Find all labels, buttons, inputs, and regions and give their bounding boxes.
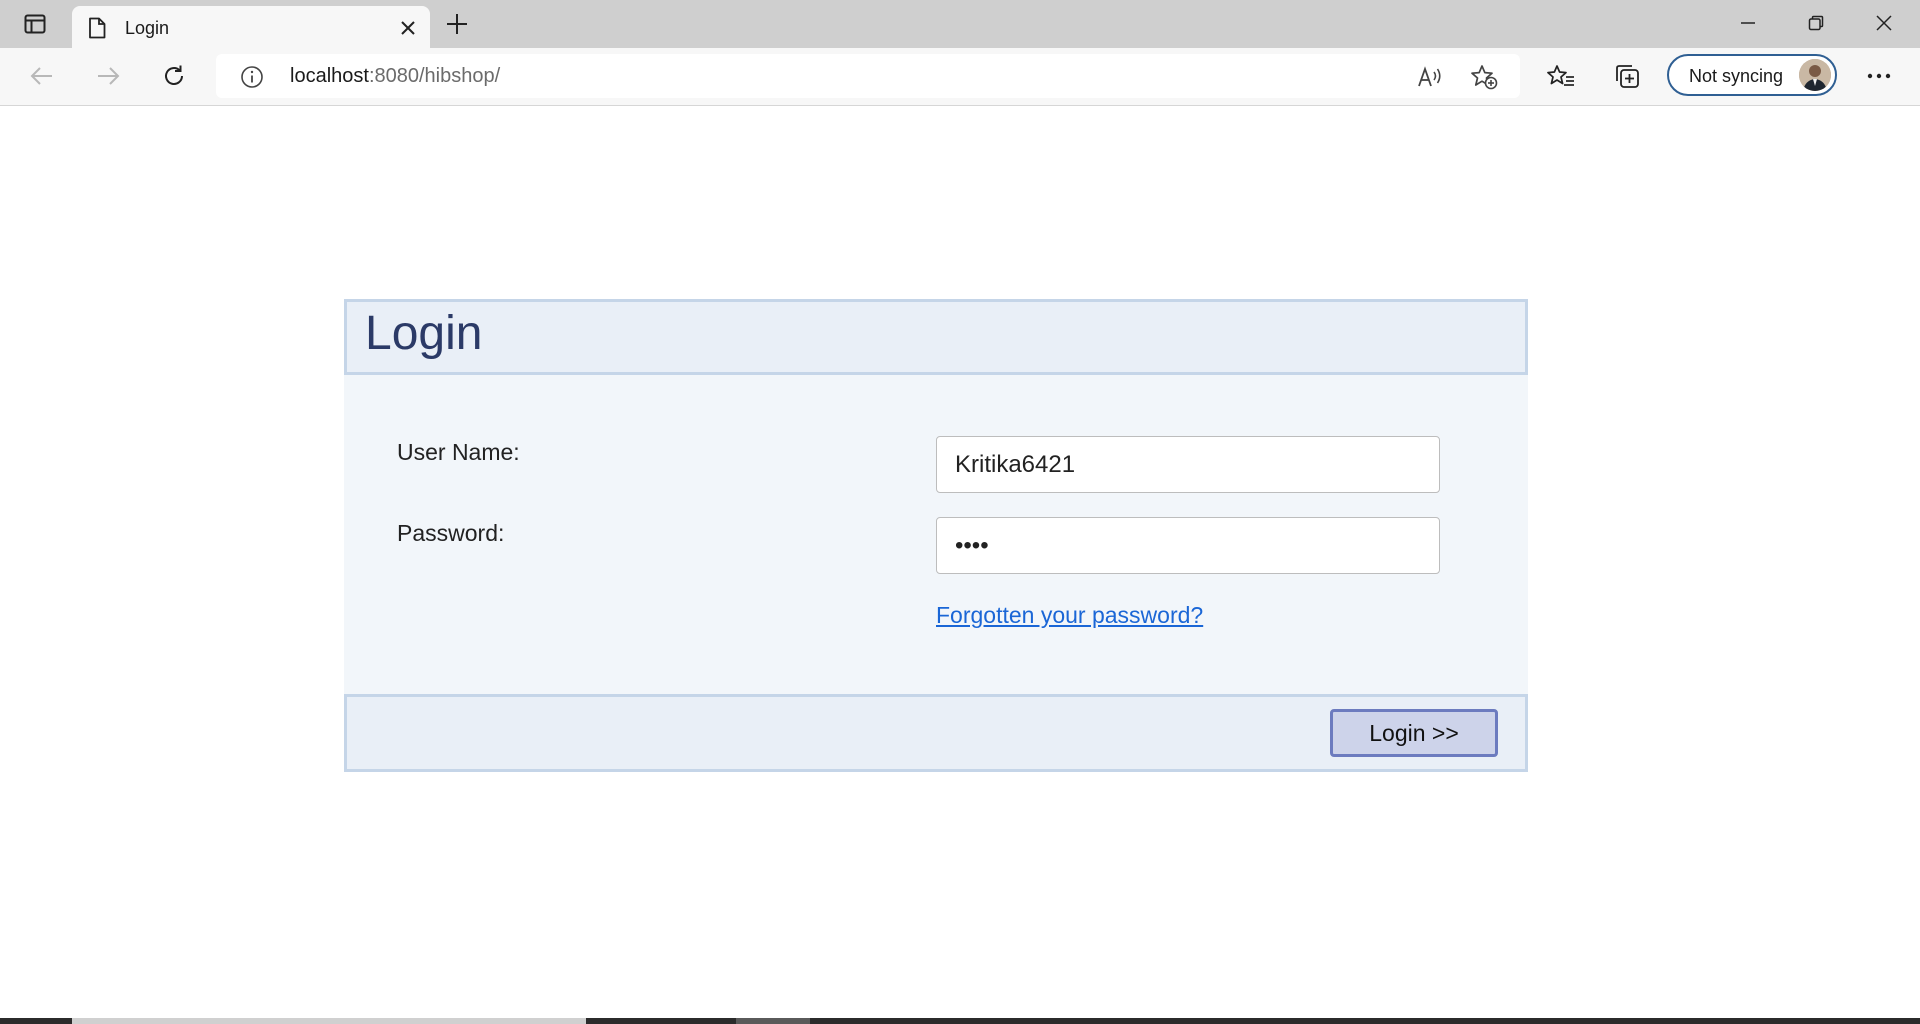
collections-icon xyxy=(1616,65,1639,88)
close-icon xyxy=(401,21,415,35)
plus-icon xyxy=(447,14,467,34)
tab-actions-icon xyxy=(24,14,46,34)
read-aloud-button[interactable] xyxy=(1416,64,1444,90)
add-favorite-icon xyxy=(1471,65,1498,90)
password-label: Password: xyxy=(397,520,505,546)
restore-icon xyxy=(1808,15,1824,31)
taskbar-indicator xyxy=(72,1018,586,1024)
back-arrow-icon xyxy=(30,67,52,85)
url-path: :8080/hibshop/ xyxy=(368,65,501,87)
settings-more-button[interactable] xyxy=(1860,58,1898,94)
forward-arrow-icon xyxy=(98,67,120,85)
url-host: localhost xyxy=(290,65,369,87)
forgot-password-link[interactable]: Forgotten your password? xyxy=(936,602,1203,629)
url-text[interactable]: localhost:8080/hibshop/ xyxy=(290,65,500,88)
close-window-button[interactable] xyxy=(1864,8,1904,38)
tab-title: Login xyxy=(125,18,170,38)
taskbar-indicator xyxy=(736,1018,810,1024)
avatar xyxy=(1799,59,1831,91)
favorites-icon xyxy=(1547,65,1574,86)
forward-button[interactable] xyxy=(88,58,128,94)
browser-toolbar: localhost:8080/hibshop/ Not syncing xyxy=(0,48,1920,106)
username-label: User Name: xyxy=(397,439,520,465)
page-icon xyxy=(89,17,106,39)
tab-login[interactable]: Login xyxy=(72,6,430,48)
add-favorite-button[interactable] xyxy=(1470,64,1498,90)
favorites-button[interactable] xyxy=(1544,58,1578,94)
collections-button[interactable] xyxy=(1610,58,1644,94)
login-panel: Login User Name: Password: Forgotten you… xyxy=(344,299,1528,772)
browser-tab-strip: Login xyxy=(0,0,1920,48)
refresh-icon xyxy=(165,65,183,85)
minimize-icon xyxy=(1741,22,1755,24)
taskbar-edge xyxy=(0,1018,1920,1024)
back-button[interactable] xyxy=(22,58,62,94)
login-panel-header: Login xyxy=(344,299,1528,375)
info-icon xyxy=(241,66,263,88)
address-bar[interactable]: localhost:8080/hibshop/ xyxy=(216,54,1520,98)
restore-button[interactable] xyxy=(1796,8,1836,38)
login-panel-footer: Login >> xyxy=(344,694,1528,772)
more-icon xyxy=(1867,73,1891,79)
refresh-button[interactable] xyxy=(154,58,194,94)
close-tab-button[interactable] xyxy=(398,18,418,38)
username-field[interactable] xyxy=(936,436,1440,493)
tab-actions-button[interactable] xyxy=(18,10,52,38)
password-field[interactable] xyxy=(936,517,1440,574)
login-button[interactable]: Login >> xyxy=(1330,709,1498,757)
page-title: Login xyxy=(365,307,483,360)
close-icon xyxy=(1876,15,1892,31)
sync-status-label: Not syncing xyxy=(1689,66,1784,86)
read-aloud-icon xyxy=(1418,66,1441,87)
profile-sync-button[interactable]: Not syncing xyxy=(1667,54,1837,96)
new-tab-button[interactable] xyxy=(442,10,472,38)
minimize-button[interactable] xyxy=(1728,8,1768,38)
